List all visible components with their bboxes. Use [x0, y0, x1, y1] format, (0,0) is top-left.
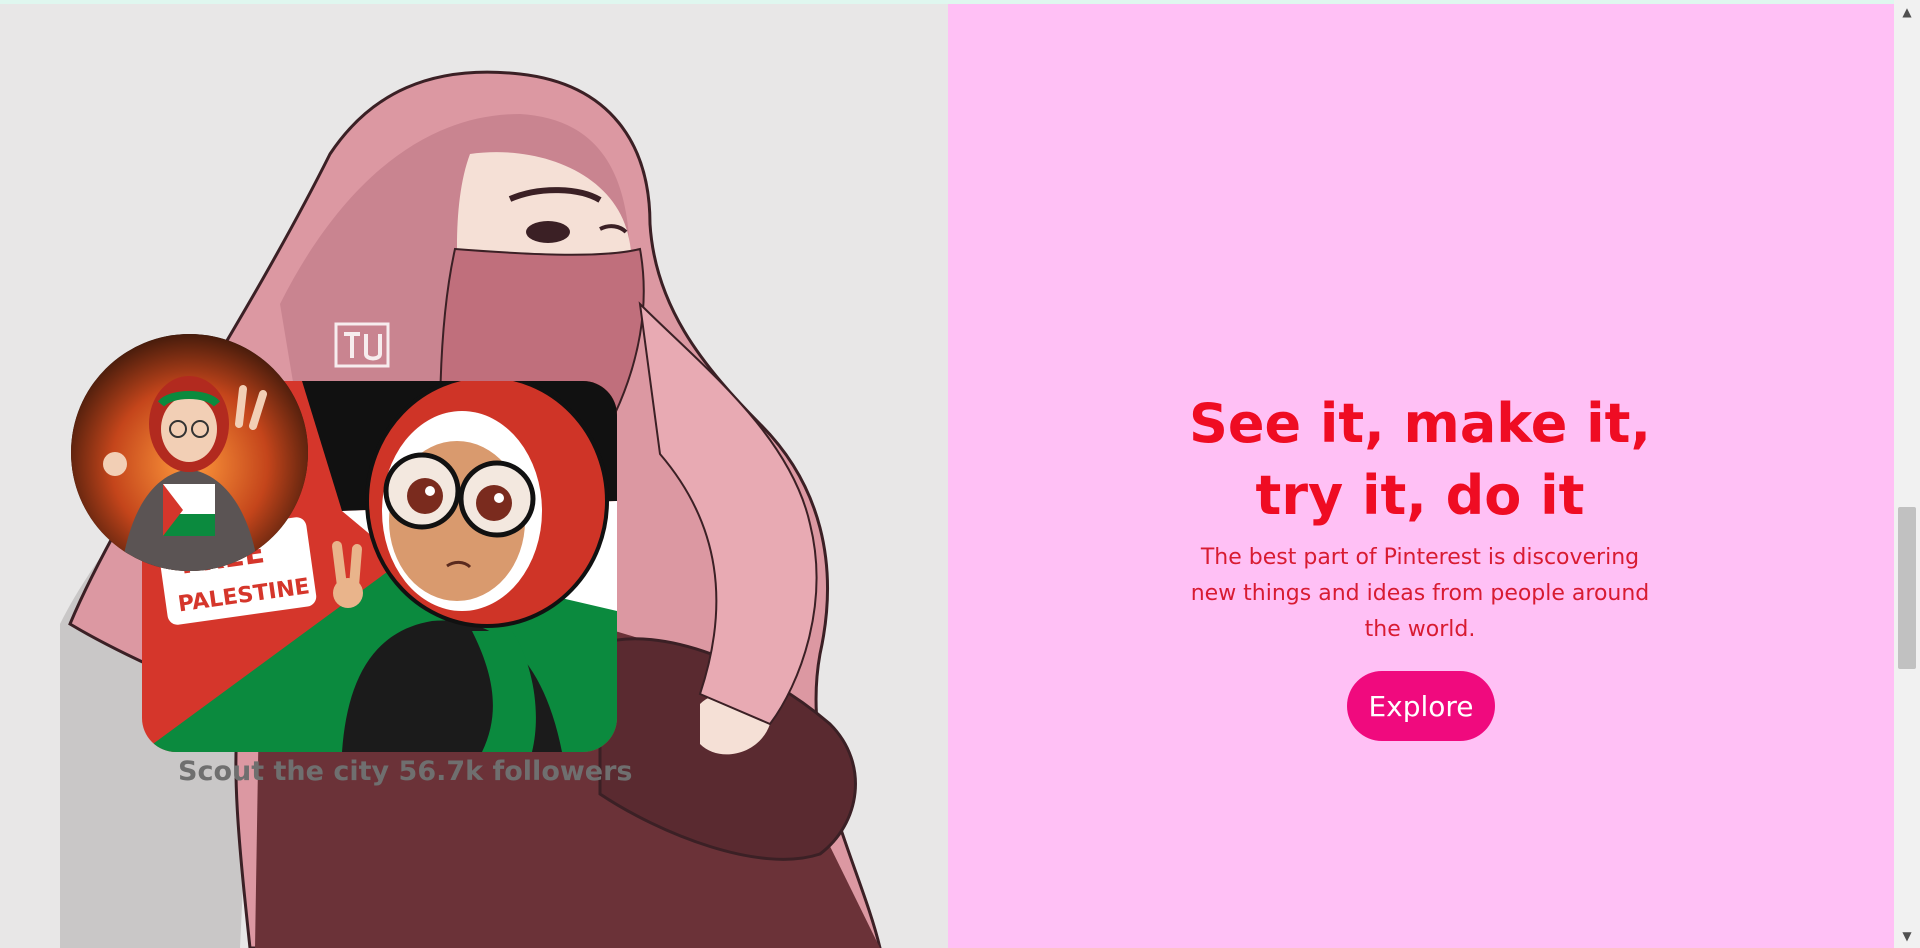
hero-description: The best part of Pinterest is discoverin…: [1190, 545, 1650, 642]
left-image-panel: FREE PALESTINE: [0, 4, 948, 948]
board-avatar-image[interactable]: [71, 334, 308, 571]
headline-line-1: See it, make it,: [1188, 392, 1651, 455]
scrollbar-thumb[interactable]: [1898, 507, 1916, 669]
triangle-down-icon[interactable]: ▼: [1894, 926, 1920, 946]
hero-headline: See it, make it, try it, do it: [1080, 388, 1760, 532]
headline-line-2: try it, do it: [1255, 464, 1585, 527]
board-caption: Scout the city 56.7k followers: [178, 756, 633, 787]
triangle-up-icon[interactable]: ▲: [1894, 2, 1920, 22]
avatar-illustration: [71, 334, 308, 571]
vertical-scrollbar[interactable]: ▲ ▼: [1894, 0, 1920, 948]
artist-logo-icon: [334, 322, 390, 368]
explore-button[interactable]: Explore: [1347, 671, 1495, 741]
